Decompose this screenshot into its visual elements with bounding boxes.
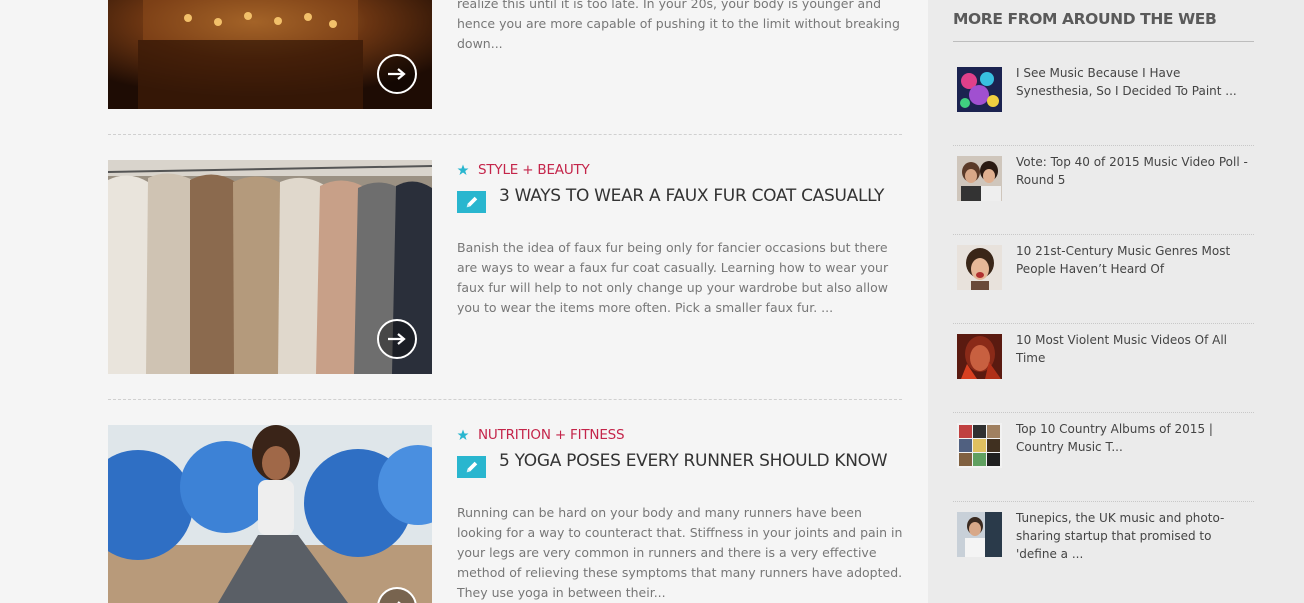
pencil-icon [466, 196, 477, 208]
related-link-text[interactable]: I See Music Because I Have Synesthesia, … [1016, 64, 1254, 100]
post-title-link[interactable]: 3 Ways to Wear a Faux Fur Coat Casually [499, 186, 884, 206]
read-more-arrow-button[interactable] [377, 319, 417, 359]
post-thumbnail[interactable] [108, 160, 432, 374]
pencil-icon-box [457, 191, 486, 213]
related-link-text[interactable]: 10 Most Violent Music Videos Of All Time [1016, 331, 1254, 367]
related-link-item[interactable]: 10 Most Violent Music Videos Of All Time [953, 324, 1254, 413]
post-thumbnail[interactable] [108, 0, 432, 109]
music-genres-thumb [957, 245, 1002, 290]
post-title-row: 3 Ways to Wear a Faux Fur Coat Casually [457, 186, 884, 213]
post-thumbnail[interactable] [108, 425, 432, 603]
related-link-item[interactable]: Top 10 Country Albums of 2015 | Country … [953, 413, 1254, 502]
related-link-item[interactable]: 10 21st-Century Music Genres Most People… [953, 235, 1254, 324]
post-excerpt: realize this until it is too late. In yo… [457, 0, 900, 51]
post-excerpt: Banish the idea of faux fur being only f… [457, 240, 889, 315]
synesthesia-painting-thumb [957, 67, 1002, 112]
star-icon [457, 164, 469, 175]
pencil-icon [466, 461, 477, 473]
related-link-text[interactable]: Tunepics, the UK music and photo-sharing… [1016, 509, 1254, 563]
tunepics-thumb [957, 512, 1002, 557]
post-category: Style + Beauty [457, 162, 590, 178]
category-link[interactable]: Style + Beauty [478, 162, 590, 178]
related-thumbnail[interactable] [957, 423, 1002, 468]
arrow-right-icon [388, 333, 406, 345]
pencil-icon-box [457, 456, 486, 478]
sidebar-heading: More from around the web [953, 10, 1217, 28]
post-divider [108, 134, 902, 135]
related-thumbnail[interactable] [957, 512, 1002, 557]
post-divider [108, 399, 902, 400]
sidebar-heading-rule [953, 41, 1254, 42]
related-link-text[interactable]: Vote: Top 40 of 2015 Music Video Poll - … [1016, 153, 1254, 189]
violent-videos-thumb [957, 334, 1002, 379]
related-thumbnail[interactable] [957, 156, 1002, 201]
related-thumbnail[interactable] [957, 67, 1002, 112]
related-link-item[interactable]: Vote: Top 40 of 2015 Music Video Poll - … [953, 146, 1254, 235]
related-link-item[interactable]: Tunepics, the UK music and photo-sharing… [953, 502, 1254, 591]
related-link-text[interactable]: 10 21st-Century Music Genres Most People… [1016, 242, 1254, 278]
music-video-poll-thumb [957, 156, 1002, 201]
post-category: Nutrition + Fitness [457, 427, 625, 443]
main-content: realize this until it is too late. In yo… [108, 0, 902, 603]
sidebar: More from around the web I See Music Bec… [928, 0, 1304, 603]
cake-photo [108, 0, 432, 109]
related-thumbnail[interactable] [957, 245, 1002, 290]
related-thumbnail[interactable] [957, 334, 1002, 379]
post-title-link[interactable]: 5 Yoga Poses Every Runner Should Know [499, 451, 888, 471]
yoga-photo [108, 425, 432, 603]
country-albums-thumb [957, 423, 1002, 468]
star-icon [457, 429, 469, 440]
read-more-arrow-button[interactable] [377, 54, 417, 94]
related-link-text[interactable]: Top 10 Country Albums of 2015 | Country … [1016, 420, 1254, 456]
post-title-row: 5 Yoga Poses Every Runner Should Know [457, 451, 888, 478]
arrow-right-icon [388, 68, 406, 80]
category-link[interactable]: Nutrition + Fitness [478, 427, 625, 443]
related-link-item[interactable]: I See Music Because I Have Synesthesia, … [953, 57, 1254, 146]
post-excerpt: Running can be hard on your body and man… [457, 505, 903, 600]
